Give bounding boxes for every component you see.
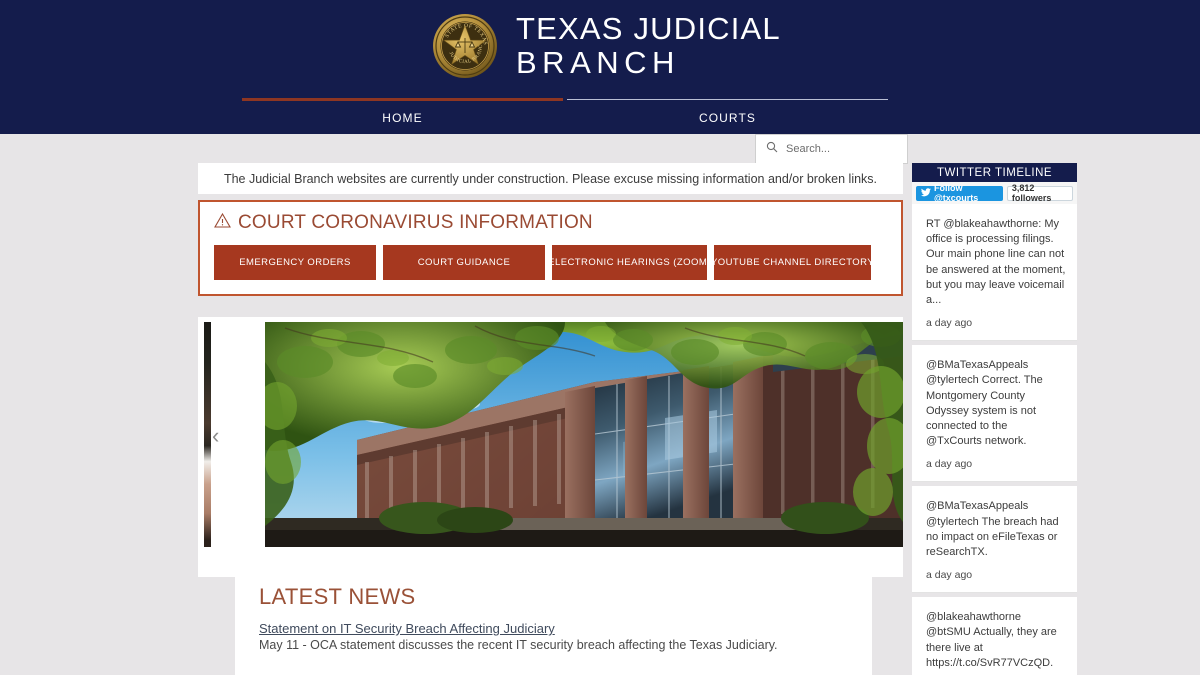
latest-news-heading: LATEST NEWS — [259, 584, 416, 609]
tweet-text: @BMaTexasAppeals @tylertech Correct. The… — [926, 359, 1043, 448]
coronavirus-panel-title-text: COURT CORONAVIRUS INFORMATION — [238, 212, 593, 233]
twitter-bird-icon — [921, 187, 931, 199]
site-brand[interactable]: STATE OF TEXAS JUDICIAL BRANCH TEXAS JUD… — [430, 10, 781, 80]
site-title: TEXAS JUDICIAL BRANCH — [516, 12, 781, 80]
main-navigation: HOME COURTS — [240, 98, 890, 134]
search-box[interactable] — [755, 134, 908, 164]
site-title-line1: TEXAS JUDICIAL — [516, 11, 781, 46]
search-icon — [766, 140, 778, 158]
news-list-item: Statement on IT Security Breach Affectin… — [259, 621, 872, 652]
tweet-item[interactable]: @BMaTexasAppeals @tylertech The breach h… — [912, 486, 1077, 594]
twitter-followers-count[interactable]: 3,812 followers — [1006, 183, 1073, 203]
tweet-text: RT @blakeahawthorne: My office is proces… — [926, 218, 1066, 307]
tweet-timestamp: a day ago — [926, 569, 973, 582]
coronavirus-panel-title: COURT CORONAVIRUS INFORMATION — [214, 212, 887, 234]
youtube-channel-directory-button[interactable]: YOUTUBE CHANNEL DIRECTORY — [711, 245, 874, 280]
twitter-timeline-sidebar: TWITTER TIMELINE Follow @txcourts 3,812 … — [912, 163, 1077, 675]
tweet-item[interactable]: RT @blakeahawthorne: My office is proces… — [912, 204, 1077, 342]
tweet-text: @BMaTexasAppeals @tylertech The breach h… — [926, 500, 1059, 559]
construction-notice-text: The Judicial Branch websites are current… — [223, 171, 878, 186]
twitter-follow-button[interactable]: Follow @txcourts — [916, 183, 1003, 203]
twitter-follow-row: Follow @txcourts 3,812 followers — [912, 182, 1077, 204]
hero-carousel: ‹ — [198, 317, 903, 577]
electronic-hearings-zoom-button[interactable]: ELECTRONIC HEARINGS (ZOOM) — [548, 245, 710, 280]
twitter-follow-label: Follow @txcourts — [934, 183, 979, 203]
carousel-previous-slide-sliver[interactable] — [204, 322, 211, 547]
warning-triangle-icon — [214, 212, 231, 234]
tweet-item[interactable]: @blakeahawthorne @btSMU Actually, they a… — [912, 597, 1077, 675]
site-title-line2: BRANCH — [516, 45, 680, 80]
texas-judicial-seal-icon: STATE OF TEXAS JUDICIAL BRANCH — [430, 10, 498, 79]
nav-item-courts[interactable]: COURTS — [565, 98, 890, 134]
search-input[interactable] — [786, 143, 896, 155]
coronavirus-info-panel: COURT CORONAVIRUS INFORMATION EMERGENCY … — [198, 200, 903, 296]
latest-news-panel: LATEST NEWS Statement on IT Security Bre… — [235, 557, 872, 675]
court-guidance-button[interactable]: COURT GUIDANCE — [383, 245, 545, 280]
carousel-prev-arrow-icon[interactable]: ‹ — [212, 425, 228, 449]
tweet-text: @blakeahawthorne @btSMU Actually, they a… — [926, 611, 1057, 669]
carousel-slide-image — [265, 322, 903, 547]
twitter-timeline-heading: TWITTER TIMELINE — [912, 163, 1077, 182]
tweet-timestamp: a day ago — [926, 458, 973, 471]
coronavirus-button-group: EMERGENCY ORDERS COURT GUIDANCE ELECTRON… — [214, 245, 887, 280]
main-content-column: The Judicial Branch websites are current… — [198, 163, 903, 577]
page-root: STATE OF TEXAS JUDICIAL BRANCH TEXAS JUD… — [0, 0, 1200, 675]
construction-notice: The Judicial Branch websites are current… — [198, 163, 903, 194]
tweet-timestamp: a day ago — [926, 317, 973, 330]
news-item-link[interactable]: Statement on IT Security Breach Affectin… — [259, 621, 872, 636]
site-header: STATE OF TEXAS JUDICIAL BRANCH TEXAS JUD… — [0, 0, 1200, 134]
nav-item-home[interactable]: HOME — [240, 98, 565, 134]
emergency-orders-button[interactable]: EMERGENCY ORDERS — [214, 245, 376, 280]
news-item-description: May 11 - OCA statement discusses the rec… — [259, 638, 778, 652]
tweet-item[interactable]: @BMaTexasAppeals @tylertech Correct. The… — [912, 345, 1077, 483]
